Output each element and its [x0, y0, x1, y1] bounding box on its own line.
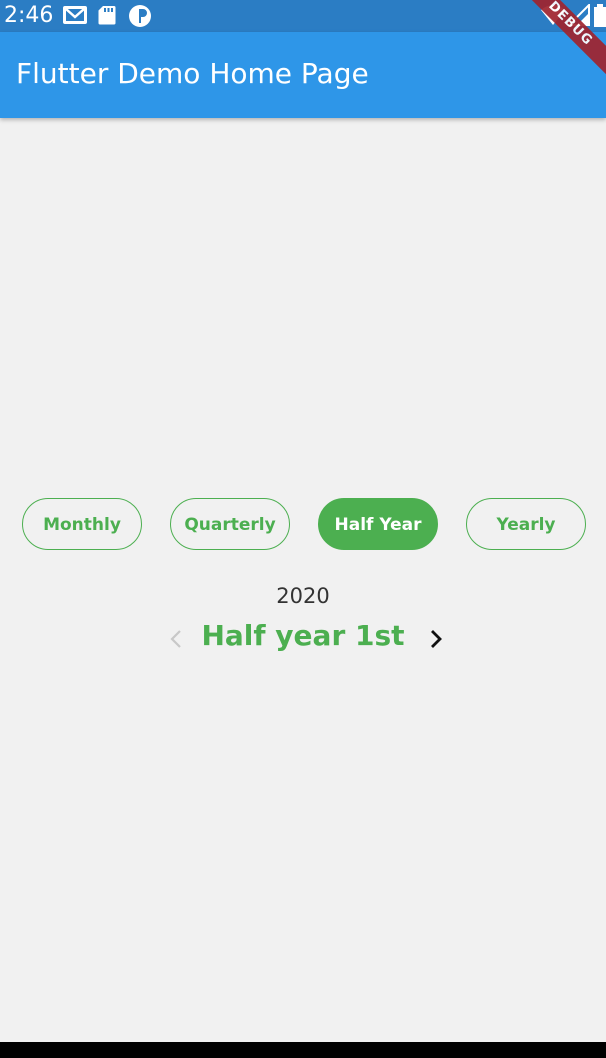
filter-quarterly-button[interactable]: Quarterly	[170, 498, 290, 550]
status-time: 2:46	[4, 3, 54, 28]
app-screen: 2:46 Flutter Demo Home Page DEBUG Monthl…	[0, 0, 606, 1058]
page-title: Flutter Demo Home Page	[16, 57, 369, 90]
chevron-right-icon	[431, 630, 442, 648]
period-label: Half year 1st	[201, 619, 405, 652]
filter-half-year-button[interactable]: Half Year	[318, 498, 438, 550]
sd-card-icon	[97, 4, 117, 31]
system-navigation-bar	[0, 1042, 606, 1058]
status-bar: 2:46	[0, 0, 606, 32]
app-bar: Flutter Demo Home Page	[0, 32, 606, 118]
battery-icon	[594, 4, 606, 33]
circle-notification-icon	[128, 4, 152, 33]
year-label: 2020	[276, 584, 330, 608]
gmail-icon	[62, 4, 88, 31]
filter-yearly-button[interactable]: Yearly	[466, 498, 586, 550]
filter-monthly-button[interactable]: Monthly	[22, 498, 142, 550]
next-period-button[interactable]	[422, 626, 452, 652]
